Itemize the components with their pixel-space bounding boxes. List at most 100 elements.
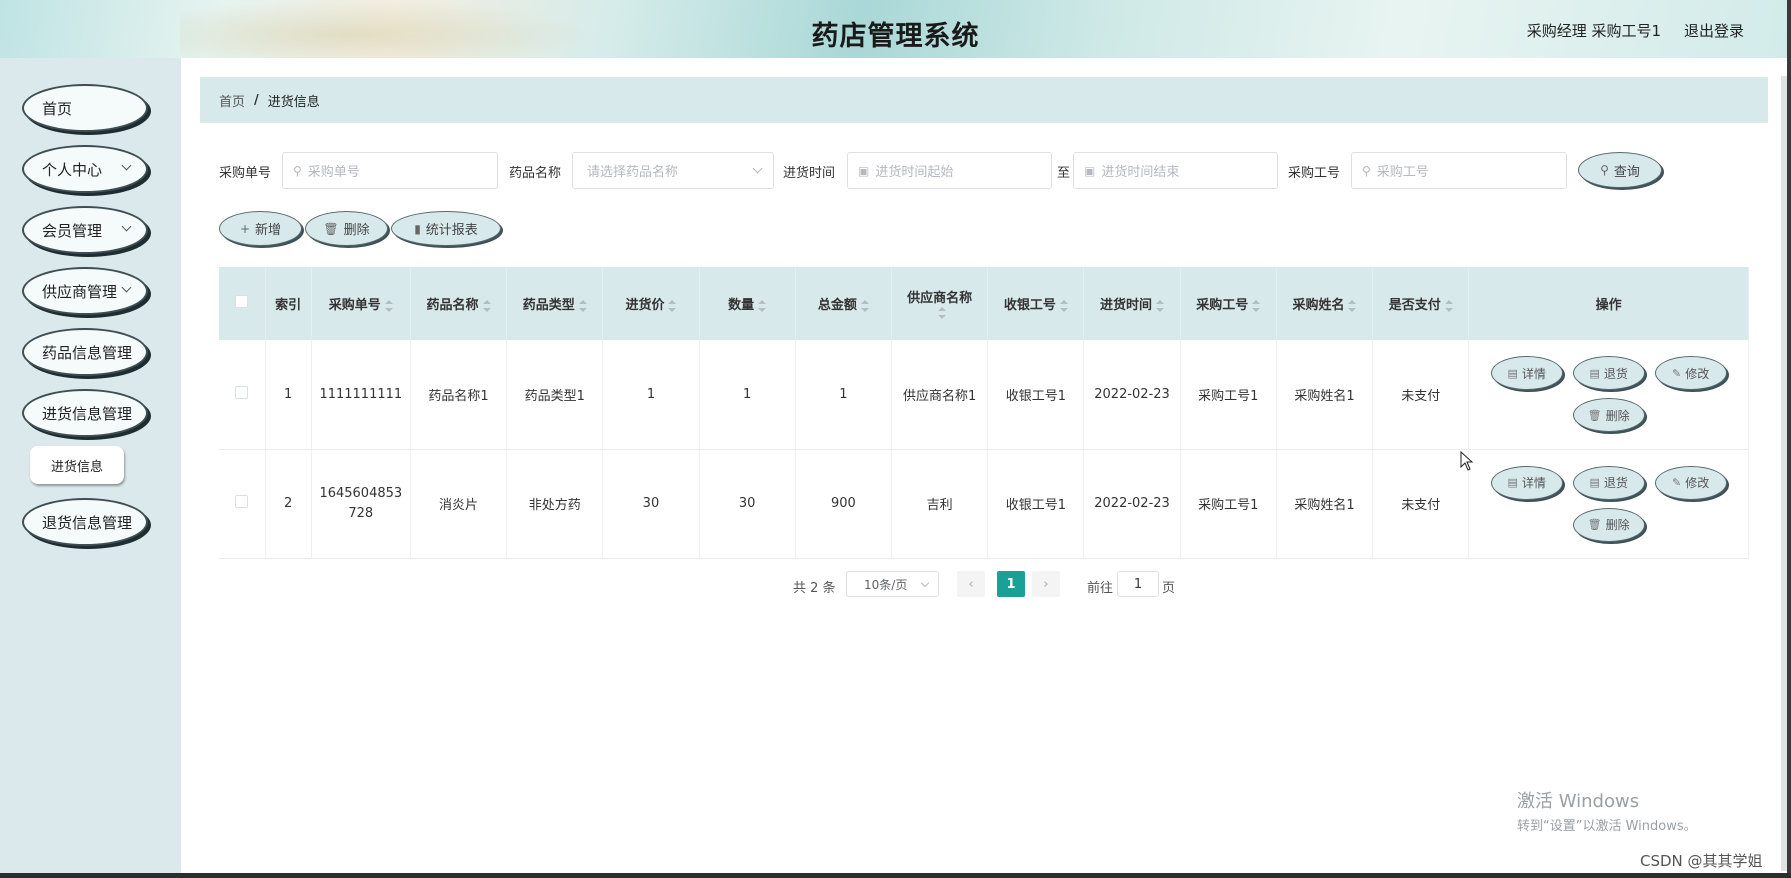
purchase-time-start-placeholder: 进货时间起始 [875, 165, 954, 180]
sort-icon[interactable] [1059, 299, 1068, 312]
sidebar-item-purchase-management[interactable]: 进货信息管理 [22, 389, 148, 437]
edit-button[interactable]: ✎ 修改 [1654, 465, 1727, 500]
cell-quantity: 1 [699, 340, 796, 450]
purchase-time-end-input[interactable]: ▣ 进货时间结束 [1073, 152, 1278, 189]
cell-quantity: 30 [699, 449, 796, 559]
sort-icon[interactable] [578, 299, 587, 312]
detail-button[interactable]: ▤ 详情 [1490, 356, 1563, 391]
sidebar-item-return-management[interactable]: 退货信息管理 [22, 498, 148, 546]
delete-button-label: 删除 [1605, 518, 1630, 532]
goto-page-input[interactable]: 1 [1117, 571, 1159, 597]
sidebar-item-drug-info-management[interactable]: 药品信息管理 [22, 328, 148, 376]
batch-delete-button[interactable]: 🗑 删除 [305, 211, 388, 246]
breadcrumb-current: 进货信息 [267, 94, 320, 110]
drug-name-select[interactable]: 请选择药品名称 [572, 152, 774, 189]
delete-button[interactable]: 🗑 删除 [1572, 507, 1645, 542]
chevron-down-icon [752, 163, 763, 174]
sort-icon[interactable] [1156, 299, 1165, 312]
purchase-time-start-input[interactable]: ▣ 进货时间起始 [847, 152, 1052, 189]
document-icon: ▤ [1589, 366, 1600, 380]
drug-name-label: 药品名称 [509, 166, 562, 181]
purchase-time-end-placeholder: 进货时间结束 [1101, 165, 1180, 180]
return-button[interactable]: ▤ 退货 [1572, 356, 1645, 391]
app-title: 药店管理系统 [811, 21, 980, 52]
sidebar-item-member-management[interactable]: 会员管理 [22, 206, 148, 254]
delete-button[interactable]: 🗑 删除 [1572, 398, 1645, 433]
next-page-button[interactable]: › [1032, 571, 1060, 597]
sidebar-item-label: 退货信息管理 [42, 513, 133, 532]
col-price[interactable]: 进货价 [602, 267, 700, 340]
page-number-current[interactable]: 1 [997, 571, 1025, 597]
cell-supplier: 吉利 [891, 449, 989, 559]
row-select-cell [219, 449, 266, 559]
sidebar-item-label: 会员管理 [42, 221, 103, 240]
query-button[interactable]: ⚲ 查询 [1578, 152, 1662, 188]
plus-icon: + [239, 221, 251, 236]
edit-button[interactable]: ✎ 修改 [1654, 356, 1727, 391]
page-size-value: 10条/页 [864, 577, 908, 592]
prev-page-button[interactable]: ‹ [957, 571, 985, 597]
sort-icon[interactable] [1252, 299, 1261, 312]
edit-pencil-icon: ✎ [1672, 476, 1682, 489]
sort-icon[interactable] [482, 299, 491, 312]
detail-button-label: 详情 [1521, 476, 1546, 490]
breadcrumb: 首页 / 进货信息 [200, 77, 1768, 123]
trash-icon: 🗑 [1587, 518, 1602, 531]
col-quantity[interactable]: 数量 [699, 267, 796, 340]
delete-button-label: 删除 [1605, 408, 1630, 423]
page-size-select[interactable]: 10条/页 [846, 571, 939, 597]
purchase-table: 索引 采购单号 药品名称 药品类型 进货价 数量 总金额 供应商名称 收银工号 … [219, 267, 1749, 559]
row-checkbox[interactable] [235, 495, 249, 508]
search-icon: ⚲ [293, 163, 302, 178]
sort-icon[interactable] [758, 299, 767, 312]
sort-icon[interactable] [1444, 299, 1453, 312]
sort-icon[interactable] [668, 299, 677, 312]
col-header-label: 采购工号 [1196, 298, 1249, 313]
col-paid[interactable]: 是否支付 [1372, 267, 1470, 340]
sort-icon[interactable] [384, 299, 393, 312]
trash-icon: 🗑 [323, 221, 339, 236]
return-button[interactable]: ▤ 退货 [1572, 465, 1645, 500]
col-total[interactable]: 总金额 [795, 267, 893, 340]
cell-buyer-name: 采购姓名1 [1276, 449, 1374, 559]
col-supplier[interactable]: 供应商名称 [891, 267, 989, 340]
order-no-input[interactable]: ⚲ 采购单号 [282, 152, 498, 189]
sort-icon[interactable] [937, 307, 946, 319]
sidebar-item-home[interactable]: 首页 [22, 84, 148, 132]
table-row: 1 1111111111 药品名称1 药品类型1 1 1 1 供应商名称1 收银… [219, 340, 1749, 450]
col-actions: 操作 [1468, 267, 1749, 340]
col-purchase-time[interactable]: 进货时间 [1083, 267, 1181, 340]
col-header-label: 药品类型 [522, 298, 575, 313]
edit-button-label: 修改 [1685, 476, 1710, 490]
select-all-checkbox[interactable] [235, 295, 249, 308]
buyer-id-input[interactable]: ⚲ 采购工号 [1351, 152, 1567, 189]
col-drug-name[interactable]: 药品名称 [410, 267, 508, 340]
chevron-down-icon [121, 160, 132, 171]
col-header-label: 采购姓名 [1292, 298, 1345, 313]
logout-link[interactable]: 退出登录 [1684, 20, 1744, 41]
col-buyer-name[interactable]: 采购姓名 [1276, 267, 1374, 340]
cell-actions: ▤ 详情 ▤ 退货 ✎ 修改 🗑 删除 [1468, 340, 1749, 450]
table-header-row: 索引 采购单号 药品名称 药品类型 进货价 数量 总金额 供应商名称 收银工号 … [219, 267, 1749, 340]
col-drug-type[interactable]: 药品类型 [506, 267, 604, 340]
add-button-label: 新增 [255, 223, 282, 238]
col-buyer-id[interactable]: 采购工号 [1180, 267, 1277, 340]
col-order-no[interactable]: 采购单号 [311, 267, 411, 340]
sort-icon[interactable] [860, 299, 869, 312]
window-scrollbar[interactable] [1787, 0, 1791, 878]
add-button[interactable]: + 新增 [219, 211, 302, 246]
statistics-report-button[interactable]: ▮ 统计报表 [391, 211, 501, 246]
sidebar-item-supplier-management[interactable]: 供应商管理 [22, 267, 148, 315]
watermark-line1: 激活 Windows [1517, 791, 1640, 812]
sidebar-item-personal-center[interactable]: 个人中心 [22, 145, 148, 193]
row-checkbox[interactable] [235, 385, 249, 399]
cell-price: 30 [602, 449, 700, 559]
breadcrumb-home[interactable]: 首页 [219, 91, 245, 110]
bar-chart-icon: ▮ [414, 221, 421, 236]
sort-icon[interactable] [1348, 299, 1357, 312]
col-cashier-id[interactable]: 收银工号 [987, 267, 1085, 340]
col-header-label: 是否支付 [1388, 298, 1441, 313]
row-select-cell [219, 340, 266, 450]
detail-button[interactable]: ▤ 详情 [1490, 465, 1563, 500]
sidebar-subitem-purchase-info[interactable]: 进货信息 [30, 446, 124, 484]
